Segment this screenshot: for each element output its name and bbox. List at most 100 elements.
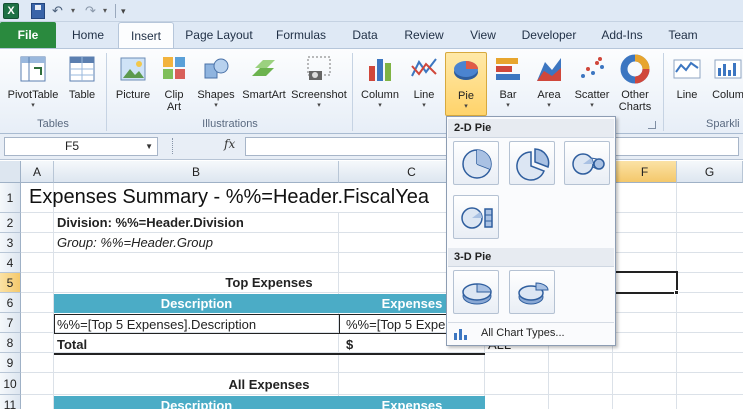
picture-icon [118, 54, 148, 84]
tab-home[interactable]: Home [61, 22, 115, 48]
group-sparklines-label: Sparkli [706, 118, 740, 130]
charts-dialog-launcher-icon[interactable] [648, 121, 656, 129]
redo-icon[interactable]: ↷ [85, 3, 101, 19]
column-header-b[interactable]: B [54, 161, 339, 183]
row-header-5[interactable]: 5 [0, 273, 21, 293]
exploded-pie-3d-icon[interactable] [509, 270, 555, 314]
other-charts-button[interactable]: Other Charts [615, 52, 655, 116]
row-header-8[interactable]: 8 [0, 333, 21, 353]
line-chart-button[interactable]: Line ▾ [405, 52, 443, 116]
excel-icon[interactable]: X [3, 3, 19, 19]
tab-add-ins[interactable]: Add-Ins [594, 22, 650, 48]
sparkline-line-button[interactable]: Line [668, 52, 706, 116]
tab-page-layout[interactable]: Page Layout [178, 22, 260, 48]
tab-file[interactable]: File [0, 22, 56, 48]
fill-handle[interactable] [674, 290, 679, 295]
pivottable-label: PivotTable [7, 89, 59, 101]
undo-dropdown-icon[interactable]: ▾ [71, 3, 75, 19]
all-expenses-heading[interactable]: All Expenses [54, 377, 484, 392]
scatter-label: Scatter [574, 89, 610, 101]
bar-chart-icon [493, 54, 523, 84]
sparkline-column-button[interactable]: Colum [708, 52, 743, 116]
gridline [21, 232, 743, 233]
sheet-title-cell[interactable]: Expenses Summary - %%=Header.FiscalYea [29, 185, 449, 209]
other-charts-label: Other Charts [615, 89, 655, 113]
smartart-icon [249, 54, 279, 84]
row-header-10[interactable]: 10 [0, 373, 21, 395]
smartart-label: SmartArt [242, 89, 286, 101]
group-illustrations-label: Illustrations [202, 118, 258, 130]
pivottable-button[interactable]: PivotTable ▾ [4, 52, 62, 116]
tab-team[interactable]: Team [660, 22, 706, 48]
insert-function-icon[interactable]: fx [224, 137, 235, 151]
pie-chart-icon [451, 55, 481, 85]
expenses-header-2[interactable]: Expenses [339, 398, 485, 409]
tab-data[interactable]: Data [342, 22, 388, 48]
bar-label: Bar [499, 89, 517, 101]
gallery-section-3d-pie: 3-D Pie [448, 248, 614, 267]
column-header-f[interactable]: F [613, 161, 677, 183]
pie-of-pie-icon[interactable] [564, 141, 610, 185]
shapes-button[interactable]: Shapes ▾ [194, 52, 238, 116]
screenshot-button[interactable]: Screenshot ▾ [289, 52, 349, 116]
worksheet-grid[interactable]: A B C D E F G 1 2 3 4 5 6 7 8 9 10 11 Ex… [0, 161, 743, 409]
select-all-corner[interactable] [0, 161, 21, 183]
ribbon-tabs: File Home Insert Page Layout Formulas Da… [0, 22, 743, 48]
row-header-4[interactable]: 4 [0, 253, 21, 273]
column-chart-button[interactable]: Column ▾ [357, 52, 403, 116]
tab-developer[interactable]: Developer [512, 22, 586, 48]
exploded-pie-icon[interactable] [509, 141, 555, 185]
row-header-3[interactable]: 3 [0, 233, 21, 253]
qat-separator [115, 4, 116, 18]
scatter-chart-button[interactable]: Scatter ▾ [571, 52, 613, 116]
row-header-9[interactable]: 9 [0, 353, 21, 373]
division-cell[interactable]: Division: %%=Header.Division [57, 215, 337, 230]
bar-chart-button[interactable]: Bar ▾ [490, 52, 526, 116]
undo-icon[interactable]: ↶ [52, 3, 68, 19]
chevron-down-icon[interactable]: ▼ [145, 138, 153, 155]
customize-qat-icon[interactable]: ▾ [121, 3, 131, 19]
selected-cell-f5[interactable] [612, 271, 678, 294]
scatter-chart-icon [577, 54, 607, 84]
column-header-a[interactable]: A [21, 161, 54, 183]
pie-chart-button[interactable]: Pie ▾ [445, 52, 487, 116]
tab-review[interactable]: Review [396, 22, 452, 48]
group-separator [663, 53, 664, 131]
chevron-down-icon: ▾ [547, 102, 551, 109]
tab-view[interactable]: View [460, 22, 506, 48]
group-separator [352, 53, 353, 131]
top-expenses-heading[interactable]: Top Expenses [54, 275, 484, 290]
shapes-icon [201, 54, 231, 84]
formula-bar-resize-handle[interactable] [172, 138, 175, 154]
tab-insert[interactable]: Insert [118, 22, 174, 48]
chevron-down-icon: ▾ [317, 102, 321, 109]
row-header-2[interactable]: 2 [0, 213, 21, 233]
gridline [676, 183, 677, 409]
redo-dropdown-icon[interactable]: ▾ [103, 3, 107, 19]
table-button[interactable]: Table [63, 52, 101, 116]
all-chart-types-item[interactable]: All Chart Types... [448, 322, 614, 344]
clip-art-button[interactable]: Clip Art [158, 52, 190, 116]
pie-3d-icon[interactable] [453, 270, 499, 314]
name-box[interactable]: F5 ▼ [4, 137, 158, 156]
chevron-down-icon: ▾ [506, 102, 510, 109]
area-chart-button[interactable]: Area ▾ [530, 52, 568, 116]
row-header-6[interactable]: 6 [0, 293, 21, 313]
picture-button[interactable]: Picture [112, 52, 154, 116]
row-header-11[interactable]: 11 [0, 395, 21, 409]
group-cell[interactable]: Group: %%=Header.Group [57, 235, 337, 250]
total-value-cell[interactable]: $ [346, 337, 376, 352]
pie-icon[interactable] [453, 141, 499, 185]
line-chart-icon [409, 54, 439, 84]
smartart-button[interactable]: SmartArt [240, 52, 288, 116]
row-header-7[interactable]: 7 [0, 313, 21, 333]
save-icon[interactable] [31, 3, 45, 19]
column-header-g[interactable]: G [677, 161, 743, 183]
total-label-cell[interactable]: Total [57, 337, 257, 352]
top5-description-cell[interactable]: %%=[Top 5 Expenses].Description [57, 317, 337, 332]
description-header[interactable]: Description [54, 296, 339, 311]
row-header-1[interactable]: 1 [0, 183, 21, 213]
bar-of-pie-icon[interactable] [453, 195, 499, 239]
tab-formulas[interactable]: Formulas [266, 22, 336, 48]
description-header-2[interactable]: Description [54, 398, 339, 409]
